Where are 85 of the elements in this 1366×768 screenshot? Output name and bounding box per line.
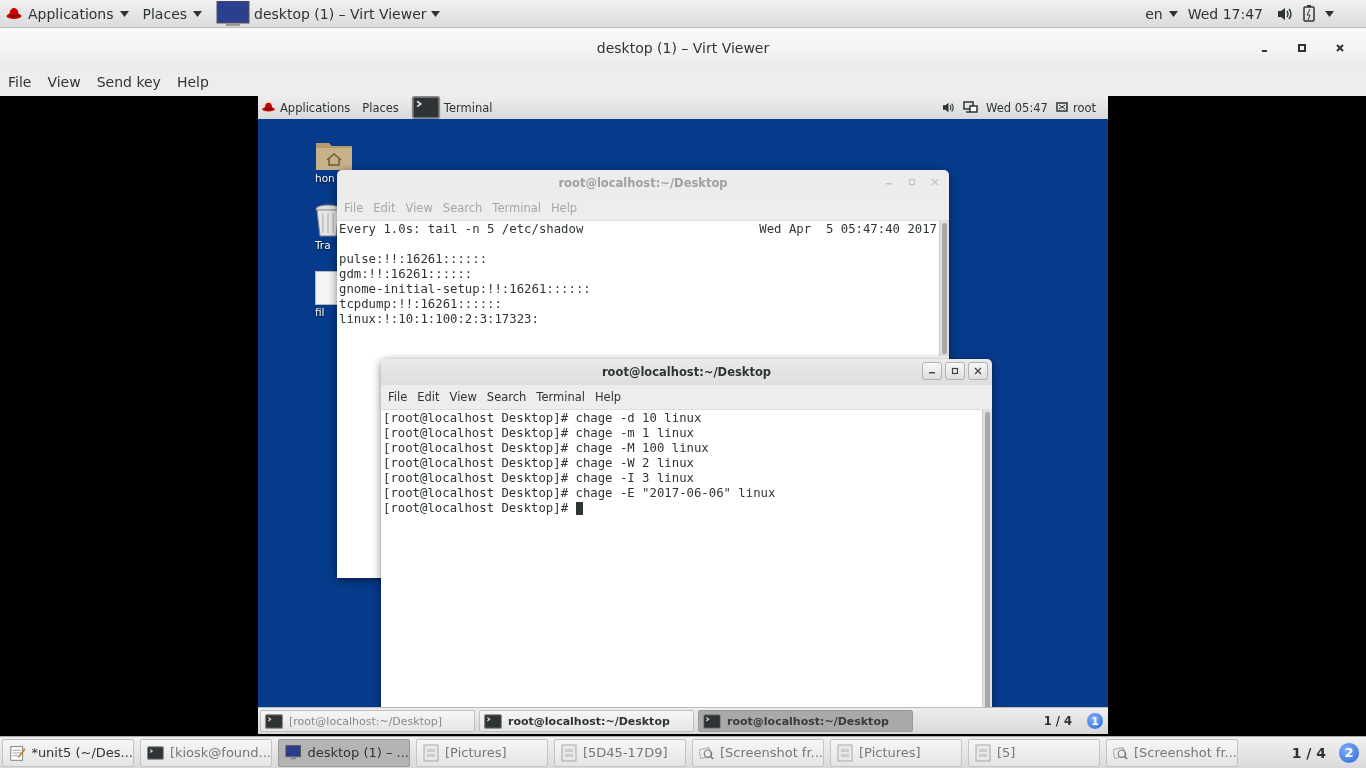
monitor-icon [216, 0, 251, 27]
maximize-button[interactable] [945, 362, 965, 380]
terminal-line: [root@localhost Desktop]# chage -W 2 linux [383, 456, 694, 471]
terminal-line: pulse:!!:16261:::::: [339, 252, 488, 267]
places-menu[interactable]: Places [362, 100, 399, 115]
terminal-line: gdm:!!:16261:::::: [339, 267, 473, 282]
terminal-line: [root@localhost Desktop]# chage -I 3 linux [383, 471, 694, 486]
close-icon [974, 367, 982, 375]
taskbar-item[interactable]: *unit5 (~/Des... [2, 738, 134, 767]
taskbar-item[interactable]: [Pictures] [416, 738, 548, 767]
menu-item[interactable]: Terminal [531, 390, 590, 404]
terminal-line: Every 1.0s: tail -n 5 /etc/shadow [339, 222, 584, 237]
timestamp: Wed Apr 5 05:47:40 2017 [759, 222, 937, 237]
applications-menu[interactable]: Applications [6, 0, 129, 27]
applications-menu[interactable]: Applications [262, 100, 351, 115]
window-icon [423, 743, 439, 762]
menu-item[interactable]: Search [481, 390, 532, 404]
workspace-indicator[interactable]: 1 / 4 [1291, 744, 1326, 761]
caret-icon [119, 10, 129, 17]
menu-item[interactable]: View [39, 74, 89, 90]
user-menu[interactable]: root [1055, 100, 1096, 115]
terminal-icon [410, 96, 441, 119]
window-icon [975, 743, 991, 762]
terminal-line: tcpdump:!!:16261:::::: [339, 297, 502, 312]
places-menu[interactable]: Places [142, 0, 203, 27]
taskbar-item[interactable]: root@localhost:~/Desktop [698, 710, 913, 732]
window-icon [837, 743, 853, 762]
window-icon [561, 743, 577, 762]
icon-label[interactable]: Tra [315, 239, 331, 251]
taskbar-item[interactable]: [Screenshot fr... [692, 738, 824, 767]
menu-item[interactable]: Send key [88, 74, 169, 90]
taskbar-item[interactable]: root@localhost:~/Desktop [479, 710, 694, 732]
icon-label[interactable]: fil [315, 306, 325, 318]
network-icon[interactable] [963, 101, 979, 114]
hat-icon [262, 101, 275, 114]
clock[interactable]: Wed 05:47 [986, 100, 1048, 115]
window-title: root@localhost:~/Desktop [601, 365, 772, 379]
terminal-line: [root@localhost Desktop]# chage -d 10 linux [383, 411, 702, 426]
terminal-icon [484, 713, 502, 729]
window-title: desktop (1) – Virt Viewer [596, 40, 770, 56]
terminal-line: linux:!:10:1:100:2:3:17323: [339, 312, 539, 327]
app-menu[interactable]: Terminal [410, 96, 493, 119]
taskbar-item[interactable]: desktop (1) – ... [278, 738, 410, 767]
menu-item[interactable]: Help [589, 390, 627, 404]
terminal-icon [147, 744, 164, 761]
caret-icon [1325, 10, 1334, 17]
workspace-indicator[interactable]: 1 / 4 [1043, 714, 1072, 728]
caret-icon [193, 10, 203, 17]
volume-icon[interactable] [1277, 6, 1293, 21]
battery-icon[interactable] [1303, 5, 1315, 22]
clock[interactable]: Wed 17:47 [1187, 0, 1263, 27]
hat-icon [6, 5, 22, 22]
text-editor-icon [9, 743, 26, 762]
menu-item[interactable]: File [0, 74, 40, 90]
maximize-icon[interactable] [1298, 44, 1306, 52]
monitor-icon [285, 744, 302, 761]
user-icon [1055, 102, 1068, 113]
icon-label[interactable]: hon [315, 172, 335, 184]
maximize-icon [951, 367, 959, 375]
taskbar-item[interactable]: [5D45-17D9] [554, 738, 686, 767]
language-menu[interactable]: en [1145, 0, 1178, 27]
taskbar-item[interactable]: [Pictures] [830, 738, 962, 767]
taskbar-item[interactable]: [kiosk@found... [140, 738, 272, 767]
caret-icon [1168, 10, 1178, 17]
window-title: root@localhost:~/Desktop [558, 176, 728, 190]
close-icon [931, 178, 939, 186]
menu-item[interactable]: Edit [412, 390, 445, 404]
menu-item[interactable]: View [444, 390, 482, 404]
terminal-icon [703, 713, 721, 729]
terminal-line: [root@localhost Desktop]# chage -E "2017-06-06" linux [383, 486, 776, 501]
terminal-line: [root@localhost Desktop]# chage -M 100 linux [383, 441, 709, 456]
terminal-icon [265, 713, 283, 729]
menu-item[interactable]: File [383, 390, 413, 404]
menu-item[interactable]: Help [168, 74, 217, 90]
taskbar-item[interactable]: [5] [968, 738, 1100, 767]
close-button[interactable] [968, 362, 988, 380]
terminal-line: gnome-initial-setup:!!:16261:::::: [339, 282, 591, 297]
terminal-line: [root@localhost Desktop]# [383, 501, 570, 516]
close-icon[interactable] [1336, 44, 1344, 52]
app-menu[interactable]: desktop (1) – Virt Viewer [216, 0, 440, 27]
maximize-icon [908, 178, 916, 186]
caret-icon [430, 10, 440, 17]
taskbar-item[interactable]: [Screenshot fr... [1106, 738, 1238, 767]
terminal-line: [root@localhost Desktop]# chage -m 1 linux [383, 426, 694, 441]
volume-icon[interactable] [942, 102, 956, 113]
